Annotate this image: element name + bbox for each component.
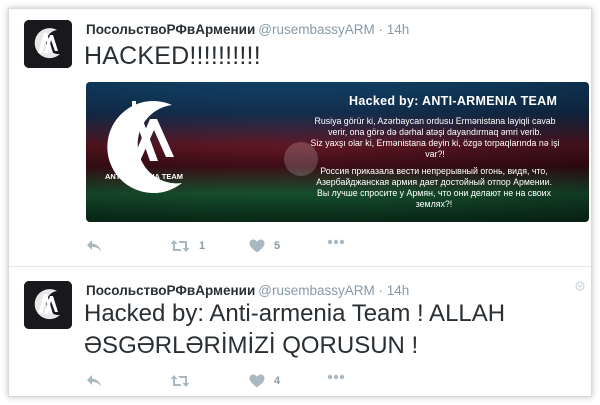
- heart-icon: [249, 239, 265, 253]
- image-title: Hacked by: ANTI-ARMENIA TEAM: [349, 94, 558, 108]
- tweet-header: ПосольствоРФвАрмении @rusembassyARM · 14h: [86, 22, 409, 37]
- text-line: Rusiya görür ki, Azərbaycan ordusu Ermən…: [314, 116, 556, 126]
- tweet-actions: 4: [86, 374, 386, 392]
- more-button[interactable]: [327, 239, 345, 245]
- tweet-image[interactable]: ANTI-ARMENIA TEAM Hacked by: ANTI-ARMENI…: [86, 82, 589, 222]
- like-count: 5: [274, 240, 281, 252]
- anti-armenia-team-logo: ANTI-ARMENIA TEAM: [105, 101, 183, 194]
- username[interactable]: @rusembassyARM: [258, 22, 374, 37]
- like-button[interactable]: 5: [249, 239, 280, 253]
- image-russian-text: Россия приказала вести непрерывный огонь…: [282, 166, 586, 210]
- retweet-icon: [170, 240, 190, 252]
- timestamp[interactable]: 14h: [387, 22, 410, 37]
- separator: ·: [378, 283, 384, 298]
- image-azerbaijani-text: Rusiya görür ki, Azərbaycan ordusu Ermən…: [286, 116, 584, 160]
- text-line: Вы лучше спросите у Армян, что они делаю…: [317, 188, 551, 198]
- text-line: Россия приказала вести непрерывный огонь…: [320, 166, 548, 176]
- chevron-down-icon[interactable]: [575, 281, 585, 294]
- avatar[interactable]: [24, 20, 72, 68]
- logo-text: ANTI-ARMENIA TEAM: [105, 172, 183, 181]
- reply-icon: [87, 375, 101, 387]
- like-button[interactable]: 4: [249, 374, 280, 388]
- display-name[interactable]: ПосольствоРФвАрмении: [86, 22, 255, 37]
- timestamp[interactable]: 14h: [387, 283, 410, 298]
- retweet-button[interactable]: 1: [170, 239, 205, 253]
- text-line: Siz yaxşı olar ki, Ermənistana deyin ki,…: [310, 138, 560, 148]
- tweet-text: Hacked by: Anti-armenia Team ! ALLAH ƏSG…: [84, 300, 506, 359]
- retweet-count: 1: [199, 240, 206, 252]
- tweet-text: HACKED!!!!!!!!!!: [84, 42, 261, 70]
- reply-button[interactable]: [86, 239, 102, 253]
- heart-icon: [249, 374, 265, 388]
- reply-button[interactable]: [86, 374, 102, 388]
- more-dots-icon: [327, 374, 345, 380]
- display-name[interactable]: ПосольствоРФвАрмении: [86, 283, 255, 298]
- text-line: Азербайджанская армия дает достойный отп…: [316, 177, 552, 187]
- separator: ·: [378, 22, 384, 37]
- like-count: 4: [274, 375, 281, 387]
- reply-icon: [87, 240, 101, 252]
- text-line: землях?!: [415, 199, 453, 209]
- tweet-actions: 1 5: [86, 239, 386, 257]
- more-button[interactable]: [327, 374, 345, 380]
- text-line: var?!: [425, 149, 445, 159]
- text-line: verir, ona görə də dərhal atəşi dayandır…: [328, 127, 542, 137]
- username[interactable]: @rusembassyARM: [258, 283, 374, 298]
- retweet-button[interactable]: [170, 374, 190, 388]
- tweet-header: ПосольствоРФвАрмении @rusembassyARM · 14h: [86, 283, 409, 298]
- tweet[interactable]: ПосольствоРФвАрмении @rusembassyARM · 14h…: [9, 268, 591, 396]
- more-dots-icon: [327, 239, 345, 245]
- tweet[interactable]: ПосольствоРФвАрмении @rusembassyARM · 14h…: [9, 9, 591, 267]
- tweet-timeline: ПосольствоРФвАрмении @rusembassyARM · 14h…: [8, 8, 592, 397]
- retweet-icon: [170, 375, 190, 387]
- avatar[interactable]: [24, 281, 72, 329]
